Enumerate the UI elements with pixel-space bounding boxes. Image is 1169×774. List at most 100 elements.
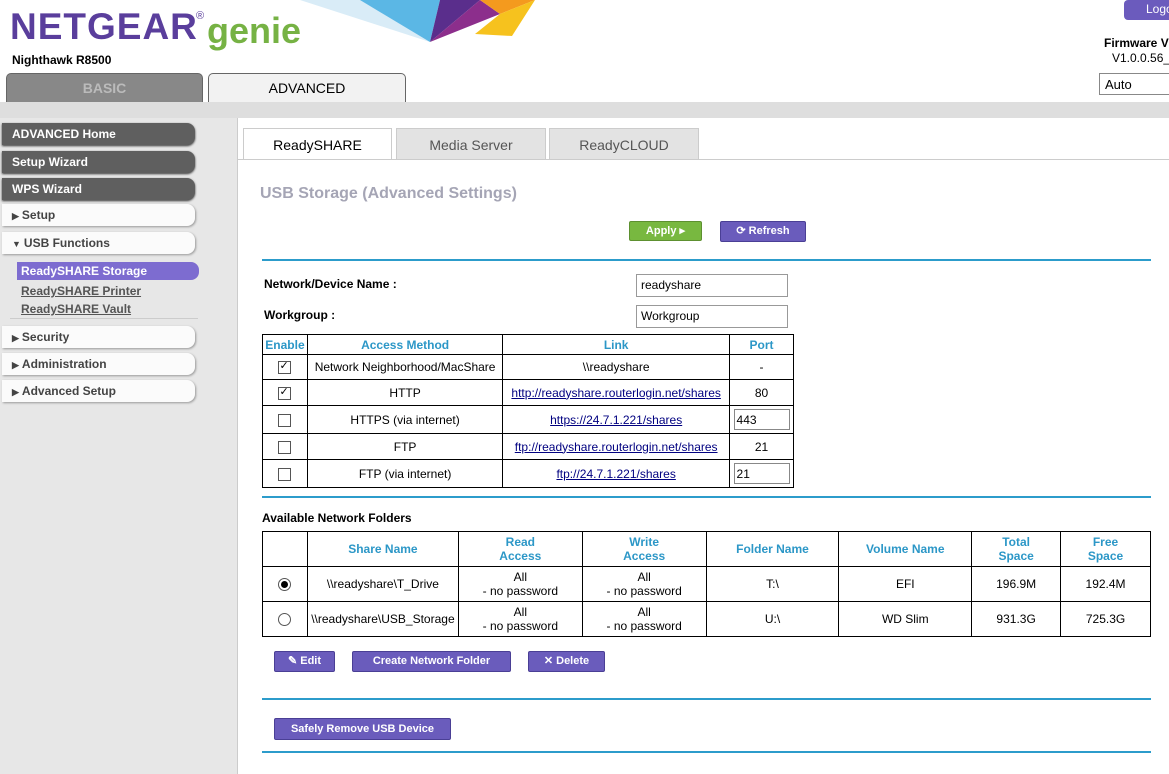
nav-setup[interactable]: ▶ Setup bbox=[2, 204, 195, 226]
access-line: All bbox=[513, 605, 527, 619]
language-select[interactable]: Auto bbox=[1099, 73, 1169, 95]
access-line: All bbox=[513, 570, 527, 584]
link-cell: \\readyshare bbox=[502, 354, 731, 380]
table-header-row: Enable Access Method Link Port bbox=[262, 334, 794, 355]
create-folder-button[interactable]: Create Network Folder bbox=[352, 651, 511, 672]
folders-title: Available Network Folders bbox=[262, 511, 412, 525]
nav-label: USB Functions bbox=[23, 236, 110, 250]
share-name-cell: \\readyshare\T_Drive bbox=[306, 566, 459, 602]
col-read-access: Read Access bbox=[457, 531, 583, 567]
tab-readycloud[interactable]: ReadyCLOUD bbox=[549, 128, 699, 160]
free-space-cell: 725.3G bbox=[1060, 601, 1151, 637]
port-cell: 21 bbox=[729, 459, 794, 488]
col-link: Link bbox=[502, 334, 731, 355]
expand-arrow-icon: ▶ bbox=[12, 360, 19, 370]
collapse-arrow-icon: ▼ bbox=[12, 239, 21, 249]
header-line: Access bbox=[623, 549, 666, 563]
access-line: All bbox=[637, 605, 651, 619]
port-input[interactable]: 443 bbox=[733, 409, 790, 430]
header-line: Space bbox=[998, 549, 1034, 563]
access-method-table: Enable Access Method Link Port Network N… bbox=[262, 334, 794, 488]
port-input[interactable]: 21 bbox=[733, 463, 790, 484]
nav-label: Administration bbox=[21, 357, 107, 371]
safely-remove-usb-button[interactable]: Safely Remove USB Device bbox=[274, 718, 451, 740]
nav-advanced-setup[interactable]: ▶ Advanced Setup bbox=[2, 380, 195, 402]
netgear-logo: NETGEAR bbox=[10, 6, 198, 47]
share-link[interactable]: ftp://readyshare.routerlogin.net/shares bbox=[515, 440, 718, 454]
table-row: \\readyshare\T_Drive All - no password Al… bbox=[262, 566, 1151, 602]
share-link[interactable]: ftp://24.7.1.221/shares bbox=[556, 467, 675, 481]
folder-name-cell: U:\ bbox=[705, 601, 840, 637]
port-cell: 80 bbox=[729, 379, 794, 406]
nav-security[interactable]: ▶ Security bbox=[2, 326, 195, 348]
tab-readyshare[interactable]: ReadySHARE bbox=[243, 128, 392, 160]
enable-cell bbox=[262, 459, 308, 488]
method-cell: HTTPS (via internet) bbox=[306, 405, 504, 434]
table-row: Network Neighborhood/MacShare \\readysha… bbox=[262, 354, 794, 380]
volume-name-cell: WD Slim bbox=[838, 601, 973, 637]
router-model: Nighthawk R8500 bbox=[12, 53, 112, 67]
enable-checkbox[interactable] bbox=[278, 359, 292, 375]
col-share-name: Share Name bbox=[306, 531, 459, 567]
free-space-cell: 192.4M bbox=[1060, 566, 1151, 602]
method-cell: FTP (via internet) bbox=[306, 459, 504, 488]
nav-readyshare-printer[interactable]: ReadySHARE Printer bbox=[21, 284, 141, 298]
workgroup-input[interactable]: Workgroup bbox=[636, 305, 788, 328]
refresh-button[interactable]: ⟳ Refresh bbox=[720, 221, 806, 242]
refresh-label: Refresh bbox=[748, 225, 790, 237]
nav-administration[interactable]: ▶ Administration bbox=[2, 353, 195, 375]
share-name-cell: \\readyshare\USB_Storage bbox=[306, 601, 459, 637]
expand-arrow-icon: ▶ bbox=[12, 211, 19, 221]
edit-button[interactable]: ✎ Edit bbox=[274, 651, 335, 672]
tab-media-server[interactable]: Media Server bbox=[396, 128, 546, 160]
method-cell: FTP bbox=[306, 433, 504, 460]
refresh-icon: ⟳ bbox=[736, 225, 746, 237]
delete-button[interactable]: ✕ Delete bbox=[528, 651, 605, 672]
read-access-cell: All - no password bbox=[457, 566, 583, 602]
write-access-cell: All - no password bbox=[581, 601, 707, 637]
select-cell bbox=[262, 566, 308, 602]
header-line: Free bbox=[1092, 535, 1119, 549]
enable-checkbox[interactable] bbox=[278, 467, 292, 481]
workgroup-label: Workgroup : bbox=[264, 308, 336, 322]
access-line: - no password bbox=[606, 619, 682, 633]
nav-setup-wizard[interactable]: Setup Wizard bbox=[2, 151, 195, 173]
folder-radio[interactable] bbox=[278, 613, 292, 627]
col-enable: Enable bbox=[262, 334, 308, 355]
header-line: Read bbox=[505, 535, 535, 549]
nav-readyshare-vault[interactable]: ReadySHARE Vault bbox=[21, 302, 131, 316]
close-icon: ✕ bbox=[543, 655, 554, 667]
share-link[interactable]: http://readyshare.routerlogin.net/shares bbox=[511, 386, 720, 400]
volume-name-cell: EFI bbox=[838, 566, 973, 602]
nav-usb-functions[interactable]: ▼ USB Functions bbox=[2, 232, 195, 254]
port-cell: - bbox=[729, 354, 794, 380]
write-access-cell: All - no password bbox=[581, 566, 707, 602]
folder-name-cell: T:\ bbox=[705, 566, 840, 602]
apply-button[interactable]: Apply ▸ bbox=[629, 221, 702, 241]
header-line: Space bbox=[1087, 549, 1124, 563]
nav-advanced-home[interactable]: ADVANCED Home bbox=[2, 123, 195, 145]
device-name-input[interactable]: readyshare bbox=[636, 274, 788, 297]
enable-checkbox[interactable] bbox=[278, 385, 292, 400]
enable-cell bbox=[262, 405, 308, 434]
col-port: Port bbox=[729, 334, 794, 355]
share-link[interactable]: https://24.7.1.221/shares bbox=[550, 413, 682, 427]
enable-checkbox[interactable] bbox=[278, 440, 292, 454]
enable-checkbox[interactable] bbox=[278, 413, 292, 427]
tab-basic[interactable]: BASIC bbox=[6, 73, 203, 102]
logout-button[interactable]: Logo bbox=[1124, 0, 1169, 20]
col-access-method: Access Method bbox=[306, 334, 504, 355]
read-access-cell: All - no password bbox=[457, 601, 583, 637]
table-row: FTP ftp://readyshare.routerlogin.net/sha… bbox=[262, 433, 794, 460]
col-total-space: Total Space bbox=[971, 531, 1062, 567]
nav-readyshare-storage[interactable]: ReadySHARE Storage bbox=[17, 262, 199, 280]
firmware-version: V1.0.0.56_ bbox=[1112, 51, 1169, 65]
firmware-label: Firmware V bbox=[1104, 36, 1169, 50]
access-line: - no password bbox=[482, 584, 559, 598]
tab-advanced[interactable]: ADVANCED bbox=[208, 73, 406, 103]
link-cell: ftp://readyshare.routerlogin.net/shares bbox=[502, 433, 731, 460]
folder-radio[interactable] bbox=[278, 578, 292, 592]
nav-wps-wizard[interactable]: WPS Wizard bbox=[2, 178, 195, 200]
table-row: \\readyshare\USB_Storage All - no passwor… bbox=[262, 601, 1151, 637]
port-cell: 443 bbox=[729, 405, 794, 434]
